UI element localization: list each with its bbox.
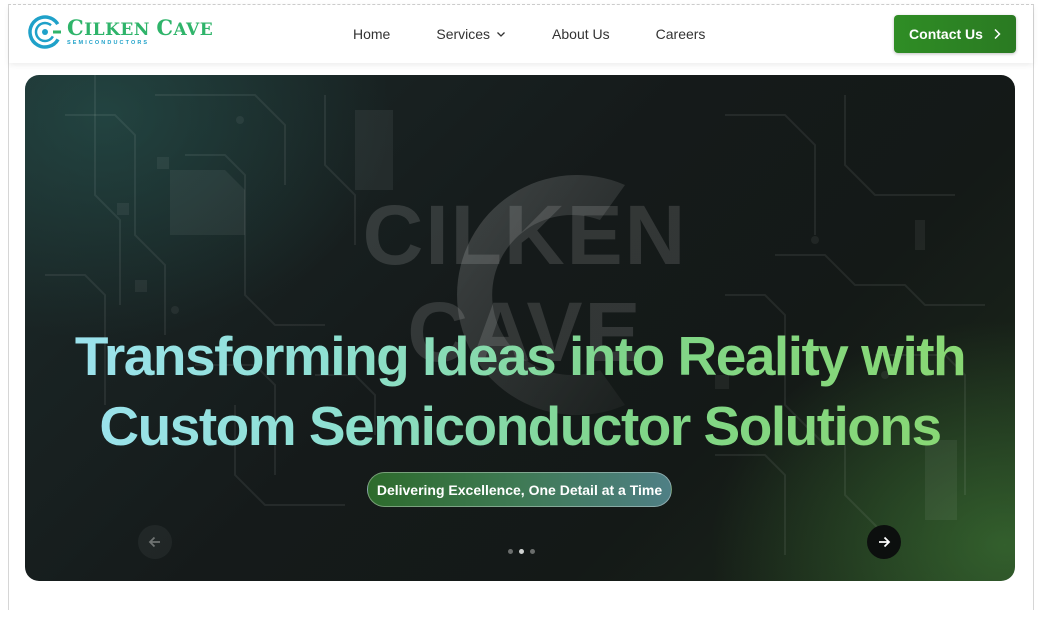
chevron-right-icon	[994, 28, 1001, 40]
contact-us-button[interactable]: Contact Us	[894, 15, 1016, 53]
nav-careers[interactable]: Careers	[656, 26, 706, 42]
brand-logo[interactable]: CILKEN CAVE SEMICONDUCTORS	[27, 14, 213, 50]
logo-text: CILKEN CAVE SEMICONDUCTORS	[67, 17, 213, 47]
hero-headline: Transforming Ideas into Reality with Cus…	[25, 321, 1015, 461]
arrow-right-icon	[879, 536, 891, 548]
slider-dot[interactable]	[508, 549, 513, 554]
slider-dot-active[interactable]	[519, 549, 524, 554]
nav-home[interactable]: Home	[353, 26, 390, 42]
slider-next-button[interactable]	[867, 525, 901, 559]
main-nav: Home Services About Us Careers	[353, 26, 705, 42]
hero-headline-line2: Custom Semiconductor Solutions	[99, 395, 941, 457]
hero-headline-line1: Transforming Ideas into Reality with	[74, 325, 966, 387]
hero-slider: CILKEN CAVE Transforming Ideas into Real…	[25, 75, 1015, 581]
contact-us-label: Contact Us	[909, 26, 983, 42]
slider-pagination	[505, 549, 538, 554]
nav-about-us[interactable]: About Us	[552, 26, 610, 42]
chevron-down-icon	[497, 32, 506, 37]
arrow-left-icon	[148, 536, 160, 548]
slider-dot[interactable]	[530, 549, 535, 554]
nav-services-label: Services	[436, 26, 491, 42]
nav-services[interactable]: Services	[436, 26, 506, 42]
logo-name: CILKEN CAVE	[67, 15, 214, 41]
site-header: CILKEN CAVE SEMICONDUCTORS Home Services…	[9, 5, 1033, 63]
logo-mark-icon	[28, 15, 62, 49]
hero-tagline-badge: Delivering Excellence, One Detail at a T…	[367, 472, 672, 507]
logo-subtitle: SEMICONDUCTORS	[67, 40, 150, 47]
slider-prev-button[interactable]	[138, 525, 172, 559]
